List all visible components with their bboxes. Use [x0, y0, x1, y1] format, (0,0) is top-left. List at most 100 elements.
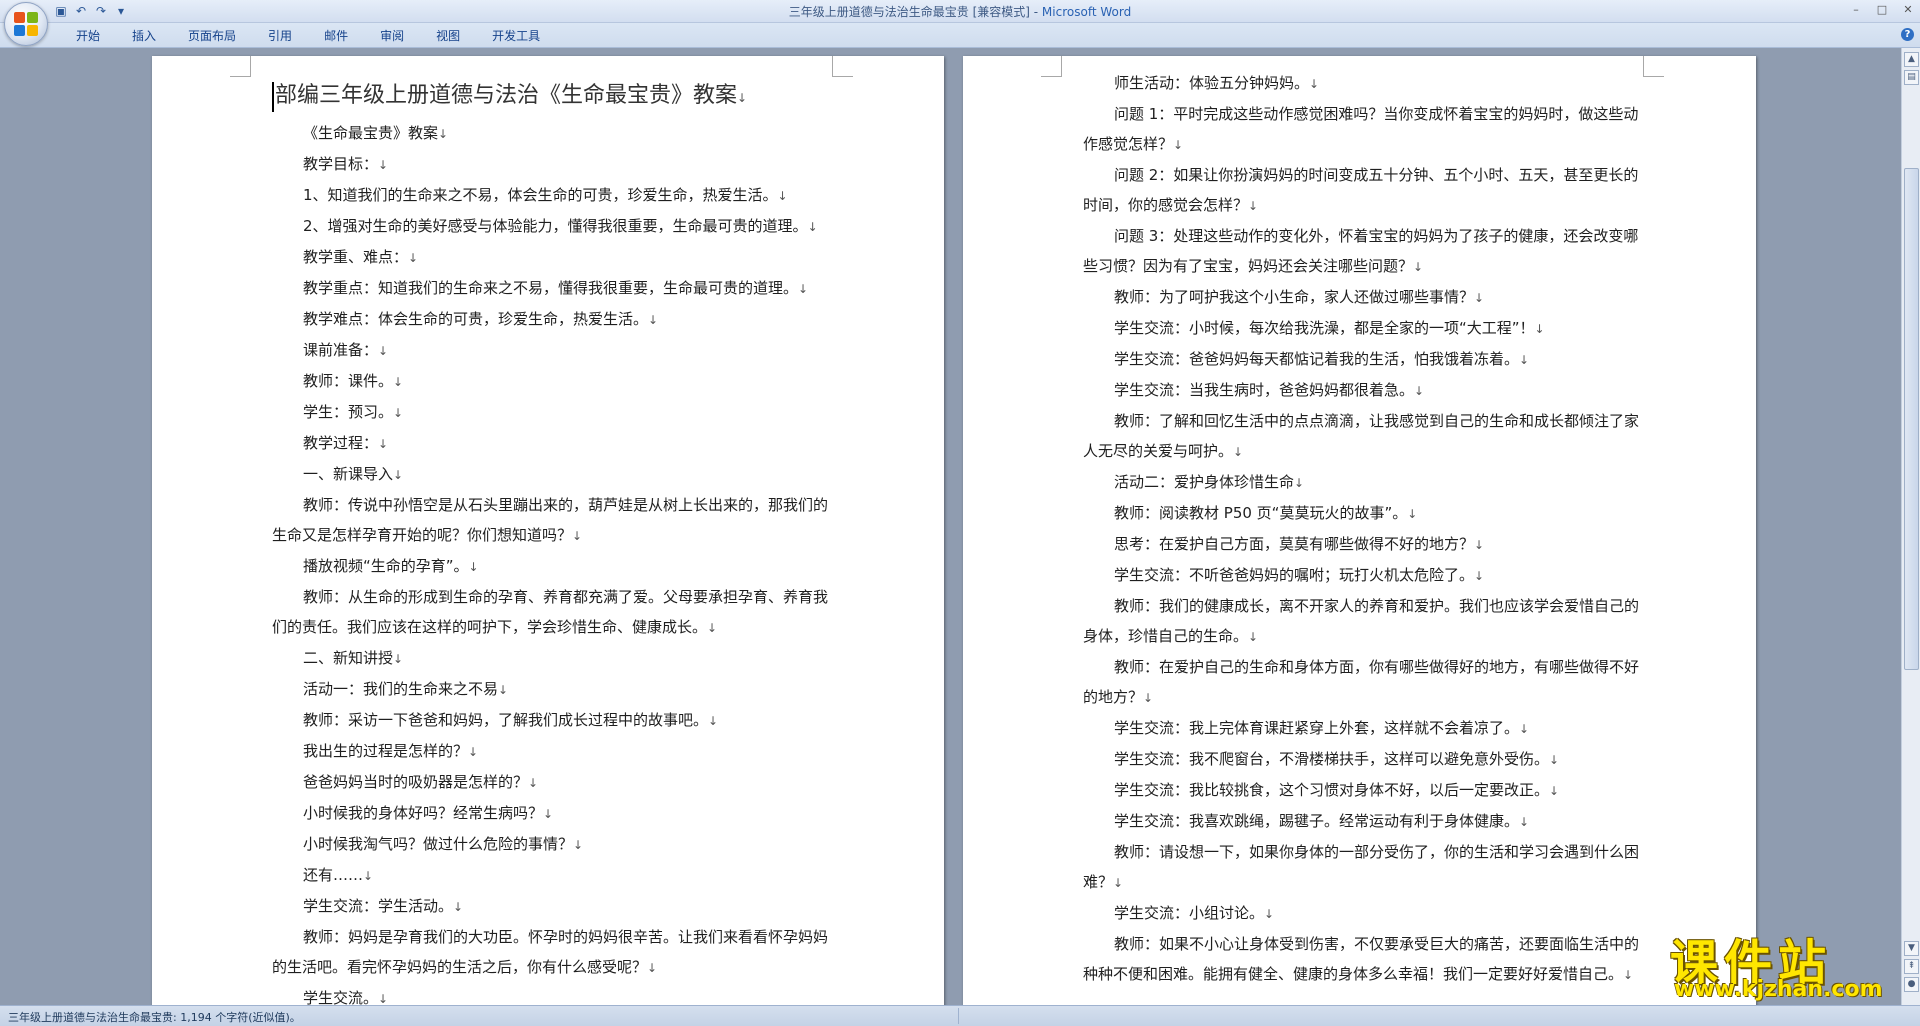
status-bar: 三年级上册道德与法治生命最宝贵: 1,194 个字符(近似值)。 — [0, 1005, 1920, 1026]
document-paragraph: 学生交流：小组讨论。↓ — [1083, 898, 1643, 929]
document-paragraph: 教学重点：知道我们的生命来之不易，懂得我很重要，生命最可贵的道理。↓ — [272, 273, 832, 304]
paragraph-text: 教师：在爱护自己的生命和身体方面，你有哪些做得好的地方，有哪些做得不好的地方？ — [1083, 658, 1640, 706]
paragraph-mark: ↓ — [807, 220, 818, 234]
previous-page-icon[interactable]: ⇞ — [1904, 959, 1919, 974]
paragraph-text: 思考：在爱护自己方面，莫莫有哪些做得不好的地方？ — [1114, 535, 1475, 553]
paragraph-mark: ↓ — [393, 468, 404, 482]
paragraph-mark: ↓ — [1233, 445, 1244, 459]
document-paragraph: 教师：传说中孙悟空是从石头里蹦出来的，葫芦娃是从树上长出来的，那我们的生命又是怎… — [272, 490, 832, 551]
paragraph-text: 教师：为了呵护我这个小生命，家人还做过哪些事情？ — [1114, 288, 1475, 306]
paragraph-mark: ↓ — [1309, 77, 1320, 91]
paragraph-mark: ↓ — [393, 375, 404, 389]
paragraph-mark: ↓ — [1414, 384, 1425, 398]
scroll-thumb[interactable] — [1904, 168, 1919, 670]
tab-view[interactable]: 视图 — [420, 28, 476, 44]
office-button[interactable] — [4, 2, 48, 46]
paragraph-text: 教师：我们的健康成长，离不开家人的养育和爱护。我们也应该学会爱惜自己的身体，珍惜… — [1083, 597, 1640, 645]
document-paragraph: 还有……↓ — [272, 860, 832, 891]
paragraph-mark: ↓ — [1294, 476, 1305, 490]
document-paragraph: 思考：在爱护自己方面，莫莫有哪些做得不好的地方？↓ — [1083, 529, 1643, 560]
paragraph-mark: ↓ — [438, 127, 449, 141]
paragraph-mark: ↓ — [1623, 968, 1634, 982]
document-paragraph: 教师：我们的健康成长，离不开家人的养育和爱护。我们也应该学会爱惜自己的身体，珍惜… — [1083, 591, 1643, 652]
tab-insert[interactable]: 插入 — [116, 28, 172, 44]
paragraph-mark: ↓ — [1549, 784, 1560, 798]
paragraph-text: 一、新课导入 — [303, 465, 394, 483]
ribbon-tabs: 开始 插入 页面布局 引用 邮件 审阅 视图 开发工具 — [60, 28, 556, 44]
paragraph-mark: ↓ — [707, 621, 718, 635]
paragraph-mark: ↓ — [648, 313, 659, 327]
tab-home[interactable]: 开始 — [60, 28, 116, 44]
document-heading: 部编三年级上册道德与法治《生命最宝贵》教案↓ — [272, 82, 832, 112]
paragraph-mark: ↓ — [1519, 353, 1530, 367]
paragraph-mark: ↓ — [1519, 815, 1530, 829]
tab-references[interactable]: 引用 — [252, 28, 308, 44]
document-workspace: 部编三年级上册道德与法治《生命最宝贵》教案↓ 《生命最宝贵》教案↓ 教学目标：↓ 1… — [0, 48, 1902, 1005]
document-paragraph: 播放视频“生命的孕育”。↓ — [272, 551, 832, 582]
paragraph-text: 2、增强对生命的美好感受与体验能力，懂得我很重要，生命最可贵的道理。 — [303, 217, 808, 235]
minimize-button[interactable]: – — [1850, 2, 1862, 18]
document-paragraph: 师生活动：体验五分钟妈妈。↓ — [1083, 68, 1643, 99]
document-paragraph: 问题 1：平时完成这些动作感觉困难吗？当你变成怀着宝宝的妈妈时，做这些动作感觉怎… — [1083, 99, 1643, 160]
tab-page-layout[interactable]: 页面布局 — [172, 28, 252, 44]
scroll-down-arrow-icon[interactable]: ▼ — [1904, 941, 1919, 956]
document-paragraph: 活动一：我们的生命来之不易↓ — [272, 674, 832, 705]
paragraph-mark: ↓ — [647, 961, 658, 975]
crop-mark — [832, 56, 853, 77]
select-browse-object-icon[interactable]: ● — [1904, 977, 1919, 992]
document-paragraph: 2、增强对生命的美好感受与体验能力，懂得我很重要，生命最可贵的道理。↓ — [272, 211, 832, 242]
paragraph-text: 学生交流：不听爸爸妈妈的嘱咐；玩打火机太危险了。 — [1114, 566, 1475, 584]
paragraph-text: 学生交流：我上完体育课赶紧穿上外套，这样就不会着凉了。 — [1114, 719, 1520, 737]
tab-developer[interactable]: 开发工具 — [476, 28, 556, 44]
tab-review[interactable]: 审阅 — [364, 28, 420, 44]
paragraph-text: 播放视频“生命的孕育”。 — [303, 557, 469, 575]
document-paragraph: 教师：请设想一下，如果你身体的一部分受伤了，你的生活和学习会遇到什么困难？↓ — [1083, 837, 1643, 898]
paragraph-mark: ↓ — [378, 437, 389, 451]
document-paragraph: 教师：阅读教材 P50 页“莫莫玩火的故事”。↓ — [1083, 498, 1643, 529]
document-paragraph: 教学过程：↓ — [272, 428, 832, 459]
paragraph-mark: ↓ — [363, 869, 374, 883]
paragraph-text: 学生交流：学生活动。 — [303, 897, 454, 915]
paragraph-text: 课前准备： — [303, 341, 379, 359]
paragraph-mark: ↓ — [1474, 538, 1485, 552]
scroll-up-arrow-icon[interactable]: ▲ — [1904, 52, 1919, 67]
vertical-scrollbar[interactable]: ▲ ▤ ▼ ⇞ ● — [1901, 48, 1920, 1005]
paragraph-text: 教师：从生命的形成到生命的孕育、养育都充满了爱。父母要承担孕育、养育我们的责任。… — [272, 588, 829, 636]
document-paragraph: 二、新知讲授↓ — [272, 643, 832, 674]
document-paragraph: 学生交流：我上完体育课赶紧穿上外套，这样就不会着凉了。↓ — [1083, 713, 1643, 744]
document-paragraph: 学生交流。↓ — [272, 983, 832, 1005]
paragraph-text: 还有…… — [303, 866, 364, 884]
close-button[interactable]: ✕ — [1902, 2, 1914, 18]
paragraph-mark: ↓ — [468, 560, 479, 574]
help-icon[interactable]: ? — [1901, 28, 1914, 41]
paragraph-text: 学生：预习。 — [303, 403, 394, 421]
document-paragraph: 教师：了解和回忆生活中的点点滴滴，让我感觉到自己的生命和成长都倾注了家人无尽的关… — [1083, 406, 1643, 467]
crop-mark — [1643, 56, 1664, 77]
document-paragraph: 学生交流：我不爬窗台，不滑楼梯扶手，这样可以避免意外受伤。↓ — [1083, 744, 1643, 775]
paragraph-text: 教学过程： — [303, 434, 379, 452]
paragraph-mark: ↓ — [1534, 322, 1545, 336]
crop-mark — [1041, 56, 1062, 77]
ruler-toggle-icon[interactable]: ▤ — [1904, 70, 1919, 85]
paragraph-text: 学生交流：爸爸妈妈每天都惦记着我的生活，怕我饿着冻着。 — [1114, 350, 1520, 368]
document-page-left[interactable]: 部编三年级上册道德与法治《生命最宝贵》教案↓ 《生命最宝贵》教案↓ 教学目标：↓ 1… — [152, 56, 944, 1005]
paragraph-text: 爸爸妈妈当时的吸奶器是怎样的？ — [303, 773, 529, 791]
paragraph-text: 活动二：爱护身体珍惜生命 — [1114, 473, 1295, 491]
paragraph-mark: ↓ — [498, 683, 509, 697]
paragraph-mark: ↓ — [572, 529, 583, 543]
paragraph-text: 问题 1：平时完成这些动作感觉困难吗？当你变成怀着宝宝的妈妈时，做这些动作感觉怎… — [1083, 105, 1639, 153]
document-page-right[interactable]: 师生活动：体验五分钟妈妈。↓ 问题 1：平时完成这些动作感觉困难吗？当你变成怀着宝… — [963, 56, 1756, 1005]
document-paragraph: 我出生的过程是怎样的？↓ — [272, 736, 832, 767]
paragraph-mark: ↓ — [1248, 199, 1259, 213]
watermark-logo: 课件站 www.kjzhan.com — [1670, 923, 1906, 1003]
paragraph-mark: ↓ — [1264, 907, 1275, 921]
page-content-right: 师生活动：体验五分钟妈妈。↓ 问题 1：平时完成这些动作感觉困难吗？当你变成怀着宝… — [1083, 68, 1643, 990]
paragraph-mark: ↓ — [708, 714, 719, 728]
document-paragraph: 教学难点：体会生命的可贵，珍爱生命，热爱生活。↓ — [272, 304, 832, 335]
paragraph-mark: ↓ — [378, 344, 389, 358]
paragraph-mark: ↓ — [378, 158, 389, 172]
ribbon-tab-bar: 开始 插入 页面布局 引用 邮件 审阅 视图 开发工具 ? — [0, 23, 1920, 48]
maximize-button[interactable]: □ — [1876, 2, 1888, 18]
document-paragraph: 教师：为了呵护我这个小生命，家人还做过哪些事情？↓ — [1083, 282, 1643, 313]
tab-mailings[interactable]: 邮件 — [308, 28, 364, 44]
